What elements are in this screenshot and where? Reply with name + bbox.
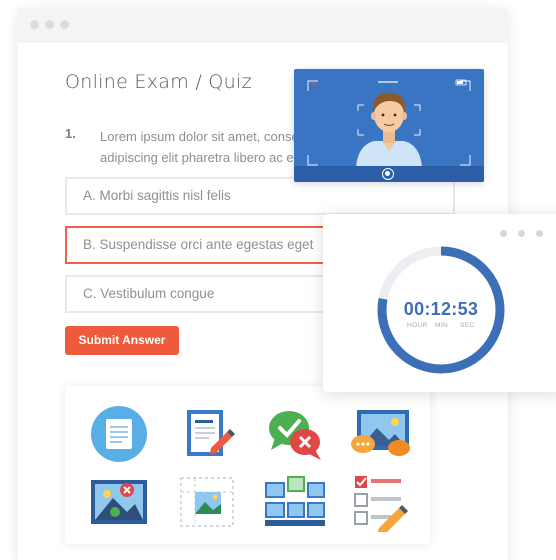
document-circle-icon[interactable] <box>87 404 151 464</box>
camera-shutter-button[interactable] <box>382 168 394 180</box>
timer-unit-min: MIN <box>435 322 449 329</box>
approve-reject-chat-icon[interactable] <box>263 404 327 464</box>
timer-unit-hour: HOUR <box>407 322 428 329</box>
exam-window-titlebar <box>18 8 508 43</box>
window-dot <box>60 20 69 29</box>
submit-answer-button[interactable]: Submit Answer <box>65 326 179 355</box>
image-crop-icon[interactable] <box>175 472 239 532</box>
question-number: 1. <box>65 126 76 141</box>
exam-title: Online Exam / Quiz <box>65 71 252 93</box>
window-dot <box>30 20 39 29</box>
timer-window: 00:12:53 HOUR MIN SEC <box>323 214 556 392</box>
edit-document-icon[interactable] <box>175 404 239 464</box>
timer-unit-sec: SEC <box>460 322 475 329</box>
window-dot <box>45 20 54 29</box>
answer-option-a[interactable]: A. Morbi sagittis nisl felis <box>65 177 455 215</box>
image-chat-icon[interactable] <box>349 404 413 464</box>
webcam-window <box>294 69 484 182</box>
image-gallery-icon[interactable] <box>263 472 327 532</box>
image-reject-icon[interactable] <box>87 472 151 532</box>
checklist-edit-icon[interactable] <box>349 472 413 534</box>
timer-display: 00:12:53 <box>403 299 479 319</box>
icon-panel <box>65 386 430 544</box>
